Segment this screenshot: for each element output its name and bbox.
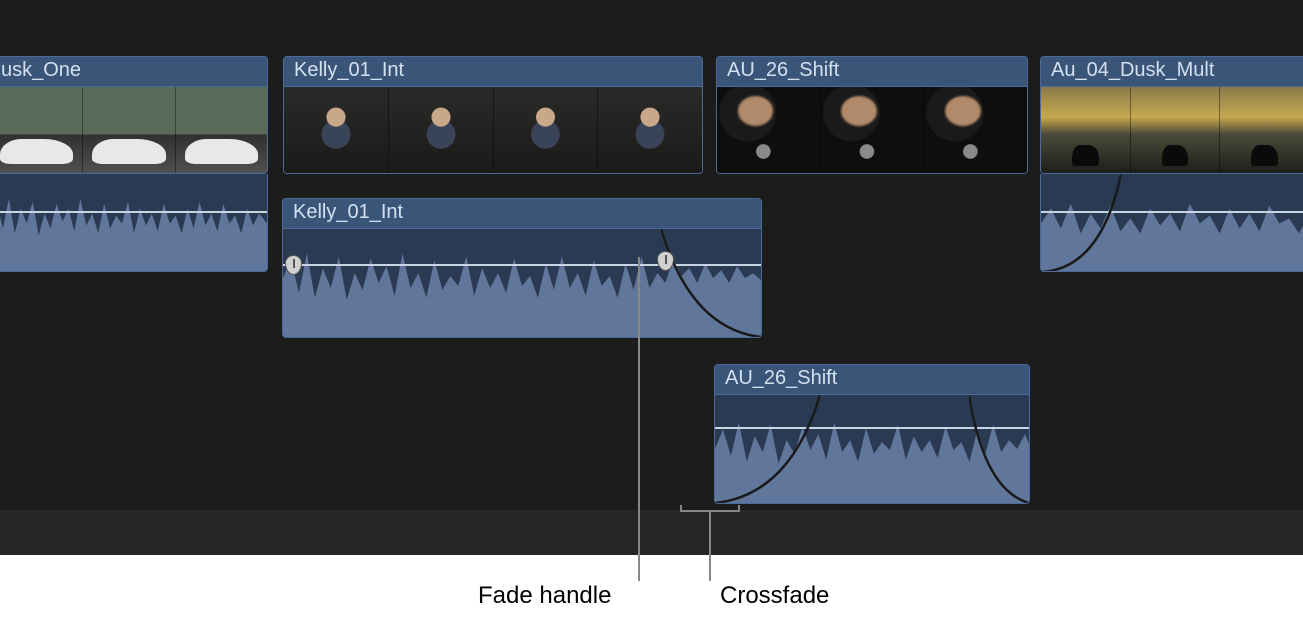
callout-line-crossfade [709,510,711,581]
fade-in-curve [1041,174,1121,272]
fade-in-curve [715,395,820,504]
volume-line[interactable] [0,211,267,213]
audio-clip-shift[interactable]: AU_26_Shift [714,364,1030,504]
waveform [1041,174,1303,271]
volume-line[interactable] [283,264,761,266]
clip-title: Kelly_01_Int [283,199,761,229]
audio-clip-attached-1[interactable] [0,174,268,272]
fade-handle-out[interactable] [657,251,674,271]
video-clip-1[interactable]: usk_One [0,56,268,174]
clip-title: Kelly_01_Int [284,57,702,87]
clip-thumbnails [284,87,702,173]
video-clip-3[interactable]: AU_26_Shift [716,56,1028,174]
callout-line-fade-handle [638,257,640,581]
audio-clip-kelly[interactable]: Kelly_01_Int [282,198,762,338]
clip-thumbnails [0,87,267,173]
timeline-footer [0,510,1303,555]
callout-label-fade-handle: Fade handle [478,582,611,610]
volume-line[interactable] [715,427,1029,429]
volume-line[interactable] [1041,211,1303,213]
clip-title: usk_One [0,57,267,87]
fade-handle-in[interactable] [285,255,302,275]
video-clip-4[interactable]: Au_04_Dusk_Mult [1040,56,1303,174]
clip-thumbnails [1041,87,1303,173]
fade-out-curve [969,395,1029,504]
callout-bracket-crossfade-left [680,505,682,512]
video-clip-2[interactable]: Kelly_01_Int [283,56,703,174]
waveform [283,229,761,337]
callout-bracket-crossfade-right [738,505,740,512]
clip-title: Au_04_Dusk_Mult [1041,57,1303,87]
clip-title: AU_26_Shift [717,57,1027,87]
clip-thumbnails [717,87,1027,173]
callout-label-crossfade: Crossfade [720,582,829,610]
fade-out-curve [661,229,761,338]
waveform [0,174,267,271]
clip-title: AU_26_Shift [715,365,1029,395]
audio-clip-attached-4[interactable] [1040,174,1303,272]
timeline[interactable]: usk_One Kelly_01_Int AU_26_Shift Au_04_D… [0,0,1303,555]
waveform [715,395,1029,503]
